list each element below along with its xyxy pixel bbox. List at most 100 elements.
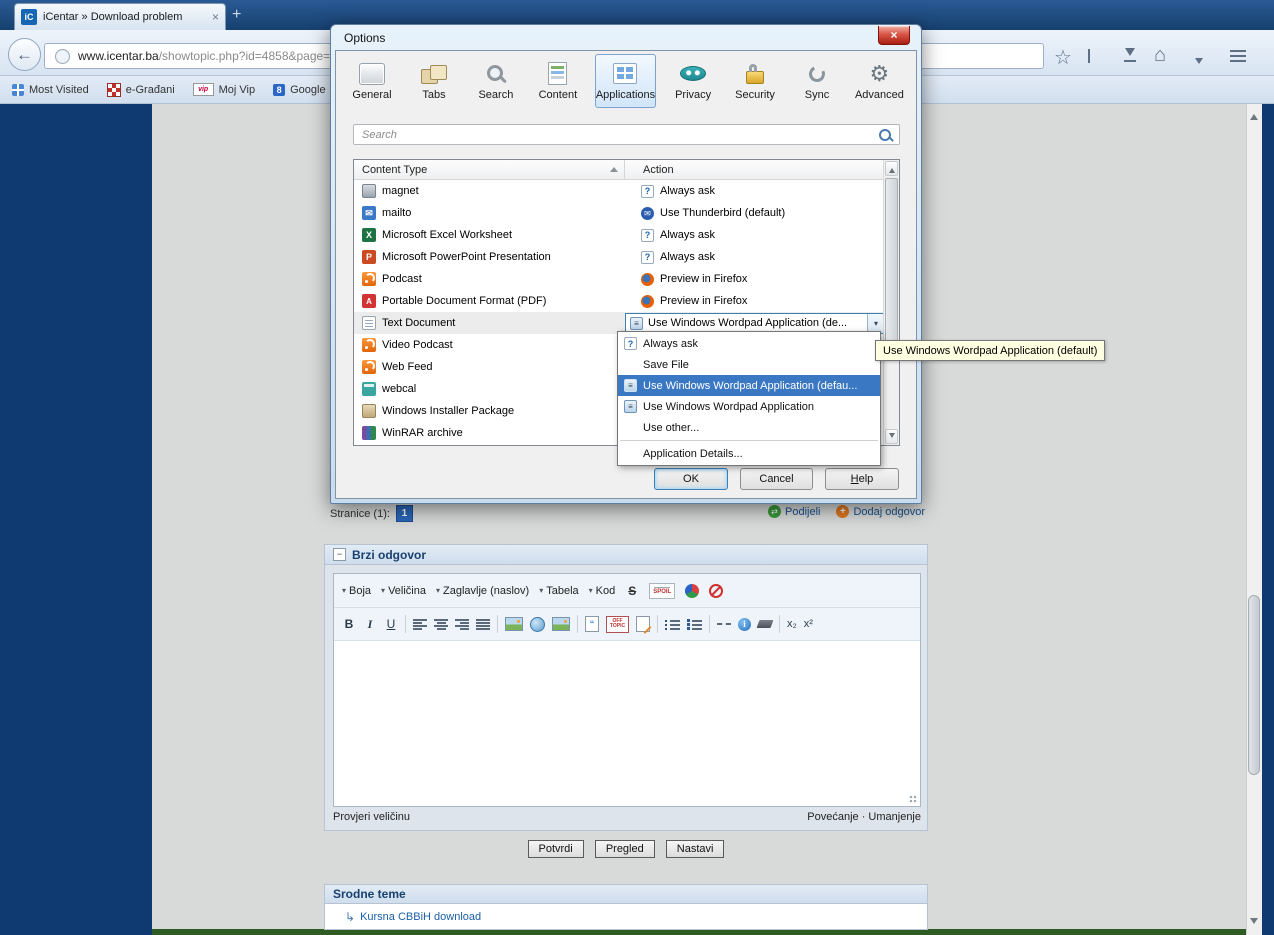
table-scrollbar[interactable]	[883, 160, 899, 445]
menu-item-label: Use other...	[643, 422, 699, 434]
reply-textarea[interactable]	[334, 641, 920, 806]
menu-item-wordpad-default[interactable]: Use Windows Wordpad Application (defau..…	[618, 375, 880, 396]
collapse-icon[interactable]: −	[333, 548, 346, 561]
table-row[interactable]: mailto Use Thunderbird (default)	[354, 202, 899, 224]
subscript-button[interactable]: x₂	[787, 618, 797, 630]
bookmark-most-visited[interactable]: Most Visited	[12, 84, 89, 96]
tab-close-icon[interactable]: ×	[212, 10, 219, 24]
column-header-action[interactable]: Action	[625, 160, 899, 179]
preview-button[interactable]: Pregled	[595, 840, 655, 858]
tab-content[interactable]: Content	[533, 54, 583, 108]
table-row[interactable]: Microsoft PowerPoint Presentation Always…	[354, 246, 899, 268]
bookmark-moj-vip[interactable]: vip Moj Vip	[193, 83, 255, 96]
tab-privacy[interactable]: Privacy	[668, 54, 718, 108]
color-ball-icon[interactable]	[685, 584, 699, 598]
ok-button[interactable]: OK	[654, 468, 728, 490]
color-dropdown[interactable]: ▾ Boja	[342, 585, 371, 597]
menu-item-wordpad[interactable]: Use Windows Wordpad Application	[618, 396, 880, 417]
underline-button[interactable]: U	[384, 616, 398, 632]
insert-link-button[interactable]	[530, 617, 545, 632]
bullet-list-button[interactable]	[665, 619, 680, 630]
align-right-button[interactable]	[455, 619, 469, 630]
menu-item-always-ask[interactable]: Always ask	[618, 333, 880, 354]
browser-tab[interactable]: iC iCentar » Download problem ×	[14, 3, 226, 30]
bookmark-google[interactable]: 8 Google	[273, 84, 325, 96]
tab-advanced[interactable]: ⚙ Advanced	[854, 54, 905, 108]
horizontal-rule-button[interactable]	[717, 623, 731, 625]
search-input[interactable]	[360, 128, 879, 142]
back-button[interactable]: ←	[8, 38, 41, 71]
scroll-up-arrow[interactable]	[1250, 110, 1258, 120]
new-tab-button[interactable]: +	[232, 6, 241, 24]
tab-tabs[interactable]: Tabs	[409, 54, 459, 108]
align-center-button[interactable]	[434, 619, 448, 630]
superscript-button[interactable]: x²	[804, 618, 813, 630]
browser-scrollbar[interactable]	[1246, 104, 1262, 935]
cancel-button[interactable]: Cancel	[740, 468, 813, 490]
align-justify-button[interactable]	[476, 619, 490, 630]
menu-separator	[620, 440, 878, 441]
submit-button[interactable]: Potvrdi	[528, 840, 584, 858]
options-search-box[interactable]	[353, 124, 900, 145]
chevron-down-icon: ▾	[342, 586, 346, 595]
add-reply-link[interactable]: + Dodaj odgovor	[836, 505, 925, 518]
share-link[interactable]: ⇄ Podijeli	[768, 505, 820, 518]
italic-button[interactable]: I	[363, 616, 377, 632]
table-row[interactable]: Podcast Preview in Firefox	[354, 268, 899, 290]
help-button[interactable]: Help	[825, 468, 899, 490]
scroll-down-arrow[interactable]	[1250, 918, 1258, 928]
bookmark-egradjani[interactable]: e-Građani	[107, 83, 175, 97]
table-scrollbar-thumb[interactable]	[885, 178, 898, 348]
edit-quote-button[interactable]	[636, 616, 650, 632]
tab-applications[interactable]: Applications	[595, 54, 656, 108]
check-size-link[interactable]: Provjeri veličinu	[333, 811, 410, 823]
resize-links[interactable]: Povećanje · Umanjenje	[807, 811, 921, 823]
continue-button[interactable]: Nastavi	[666, 840, 725, 858]
size-dropdown[interactable]: ▾ Veličina	[381, 585, 426, 597]
spoiler-button[interactable]: SPOIL	[649, 583, 675, 599]
bookmark-star-icon[interactable]: ☆	[1054, 45, 1072, 70]
table-row[interactable]: Microsoft Excel Worksheet Always ask	[354, 224, 899, 246]
strikethrough-button[interactable]: S	[625, 583, 639, 599]
home-icon[interactable]: ⌂	[1154, 44, 1166, 67]
no-sign-icon[interactable]	[709, 584, 723, 598]
table-row[interactable]: Portable Document Format (PDF) Preview i…	[354, 290, 899, 312]
related-topic-row[interactable]: ↳ Kursna CBBiH download	[324, 904, 928, 930]
menu-hamburger-icon[interactable]	[1230, 50, 1246, 52]
info-button[interactable]: i	[738, 618, 751, 631]
insert-image-link-button[interactable]	[552, 617, 570, 631]
table-scroll-up-button[interactable]	[885, 161, 898, 176]
menu-item-application-details[interactable]: Application Details...	[618, 443, 880, 464]
table-row[interactable]: magnet Always ask	[354, 180, 899, 202]
align-left-button[interactable]	[413, 619, 427, 630]
excel-icon	[362, 228, 376, 242]
menu-item-use-other[interactable]: Use other...	[618, 417, 880, 438]
resize-grip[interactable]	[909, 795, 918, 804]
page-number-button[interactable]: 1	[396, 505, 413, 522]
tab-search[interactable]: Search	[471, 54, 521, 108]
off-topic-button[interactable]: OFF TOPIC	[606, 616, 629, 633]
dialog-close-button[interactable]: ×	[878, 26, 910, 45]
tab-security[interactable]: Security	[730, 54, 780, 108]
scrollbar-thumb[interactable]	[1248, 595, 1260, 775]
code-dropdown[interactable]: ▾ Kod	[589, 585, 616, 597]
url-domain: www.icentar.ba	[78, 49, 159, 63]
bookmarks-menu-icon[interactable]	[1088, 49, 1090, 63]
quote-button[interactable]: “	[585, 616, 599, 632]
action-value: Always ask	[660, 251, 715, 263]
tab-general[interactable]: General	[347, 54, 397, 108]
heading-dropdown[interactable]: ▾ Zaglavlje (naslov)	[436, 585, 529, 597]
category-label: Sync	[805, 89, 829, 101]
insert-image-button[interactable]	[505, 617, 523, 631]
quick-reply-title[interactable]: Brzi odgovor	[352, 548, 426, 562]
table-scroll-down-button[interactable]	[885, 429, 898, 444]
related-topic-link[interactable]: Kursna CBBiH download	[360, 911, 481, 923]
column-header-content-type[interactable]: Content Type	[354, 160, 625, 179]
numbered-list-button[interactable]	[687, 619, 702, 630]
table-dropdown[interactable]: ▾ Tabela	[539, 585, 578, 597]
menu-item-save-file[interactable]: Save File	[618, 354, 880, 375]
bold-button[interactable]: B	[342, 616, 356, 632]
tab-sync[interactable]: Sync	[792, 54, 842, 108]
combobox-arrow-icon[interactable]: ▾	[867, 314, 884, 333]
remove-format-button[interactable]	[757, 620, 774, 628]
